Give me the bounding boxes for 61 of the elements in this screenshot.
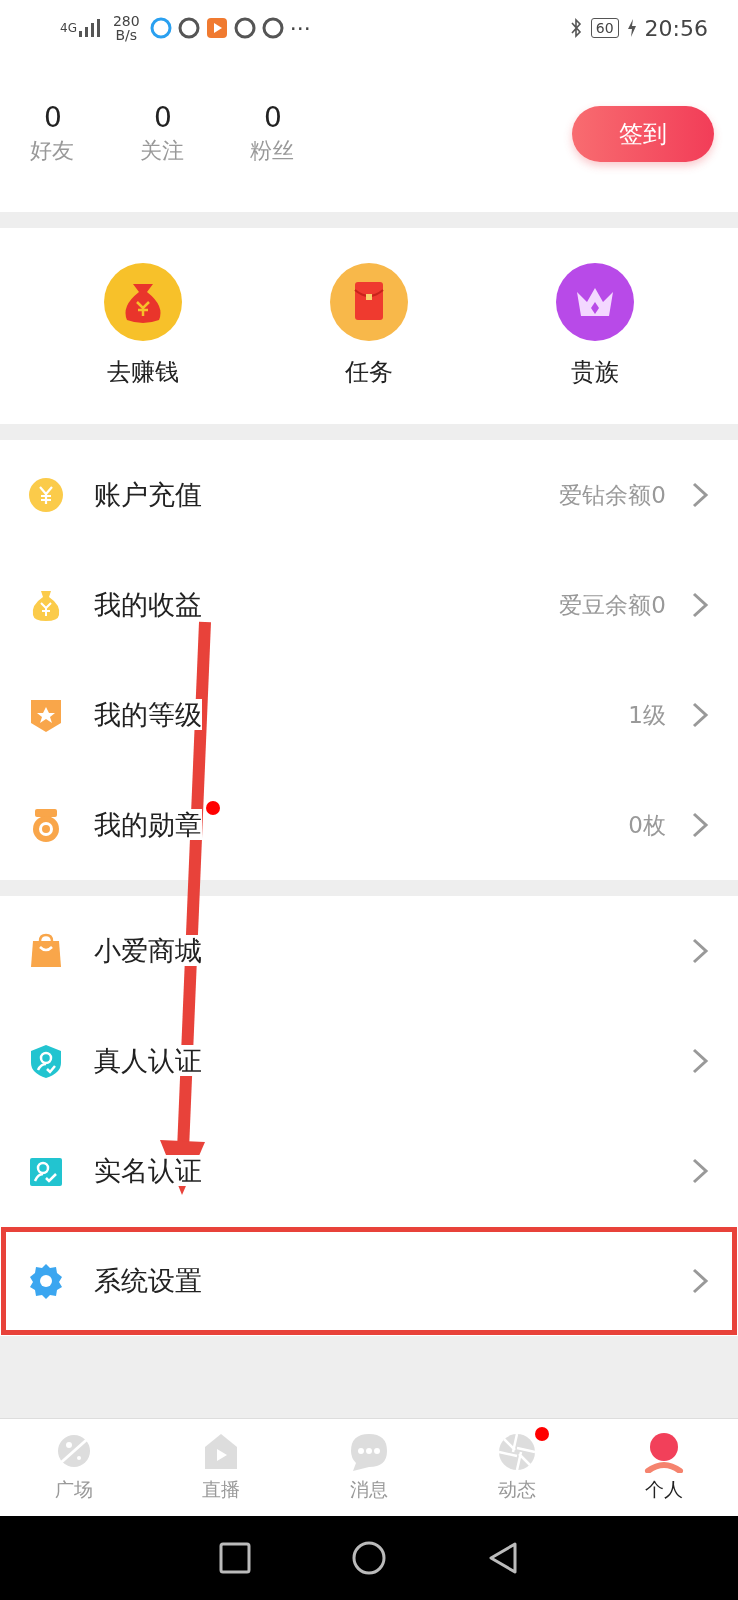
menu-item[interactable]: 真人认证 <box>0 1006 738 1116</box>
home-icon[interactable] <box>351 1540 387 1576</box>
speed-unit: B/s <box>115 28 138 42</box>
stat-count: 0 <box>263 100 282 135</box>
battery-indicator: 60 <box>590 18 619 38</box>
chevron-right-icon <box>690 1047 710 1075</box>
feature-label[interactable]: 去赚钱 <box>107 354 179 390</box>
feature-label[interactable]: 任务 <box>345 354 393 390</box>
menu-label: 账户充值 <box>94 478 202 510</box>
money-bag-icon[interactable] <box>103 262 183 342</box>
back-icon[interactable] <box>487 1541 519 1575</box>
play-icon <box>205 17 228 39</box>
menu-label: 我的等级 <box>94 698 202 730</box>
yuan-coin-icon <box>28 477 64 513</box>
tab-button[interactable]: 个人 <box>590 1419 738 1516</box>
menu-item[interactable]: 账户充值 爱钻余额0 <box>0 440 738 550</box>
settings-icon <box>28 1263 64 1299</box>
chevron-right-icon <box>690 937 710 965</box>
stat-count: 0 <box>43 100 62 135</box>
chevron-right-icon <box>690 481 710 509</box>
network-indicator: 4G <box>60 20 77 37</box>
chevron-right-icon <box>690 1267 710 1295</box>
shield-user-icon <box>28 1043 64 1079</box>
menu-label: 小爱商城 <box>94 934 202 966</box>
menu-item[interactable]: 小爱商城 <box>0 896 738 1006</box>
app-icon <box>149 17 172 39</box>
menu-item[interactable]: 系统设置 <box>0 1226 738 1336</box>
menu-label: 我的勋章 <box>94 808 202 840</box>
envelope-icon[interactable] <box>329 262 409 342</box>
signal-icon <box>76 17 103 39</box>
menu-item[interactable]: 我的收益 爱豆余额0 <box>0 550 738 660</box>
menu-value: 1级 <box>628 700 666 730</box>
menu-item[interactable]: 我的勋章 0枚 <box>0 770 738 880</box>
chevron-right-icon <box>690 1157 710 1185</box>
app-icon <box>261 17 284 39</box>
bluetooth-icon <box>568 17 583 39</box>
menu-label: 系统设置 <box>94 1264 202 1296</box>
recent-apps-icon[interactable] <box>219 1542 251 1574</box>
menu-label: 我的收益 <box>94 588 202 620</box>
shopping-bag-icon <box>28 933 64 969</box>
stat-label: 好友 <box>30 137 74 166</box>
stat-label: 粉丝 <box>250 137 294 166</box>
menu-item[interactable]: 我的等级 1级 <box>0 660 738 770</box>
menu-label: 实名认证 <box>94 1154 202 1186</box>
stat-label: 关注 <box>140 137 184 166</box>
shield-star-icon <box>28 697 64 733</box>
menu-value: 爱钻余额0 <box>559 480 666 510</box>
menu-value: 爱豆余额0 <box>559 590 666 620</box>
chevron-right-icon <box>690 701 710 729</box>
chevron-right-icon <box>690 811 710 839</box>
more-indicator: ··· <box>289 14 311 43</box>
feature-label[interactable]: 贵族 <box>571 354 619 390</box>
stat-count: 0 <box>153 100 172 135</box>
menu-label: 真人认证 <box>94 1044 202 1076</box>
chevron-right-icon <box>690 591 710 619</box>
speed-value: 280 <box>112 14 140 28</box>
clock-time: 20:56 <box>644 14 708 43</box>
menu-item[interactable]: 实名认证 <box>0 1116 738 1226</box>
menu-value: 0枚 <box>628 810 666 840</box>
charging-icon <box>626 18 637 38</box>
crown-icon[interactable] <box>555 262 635 342</box>
